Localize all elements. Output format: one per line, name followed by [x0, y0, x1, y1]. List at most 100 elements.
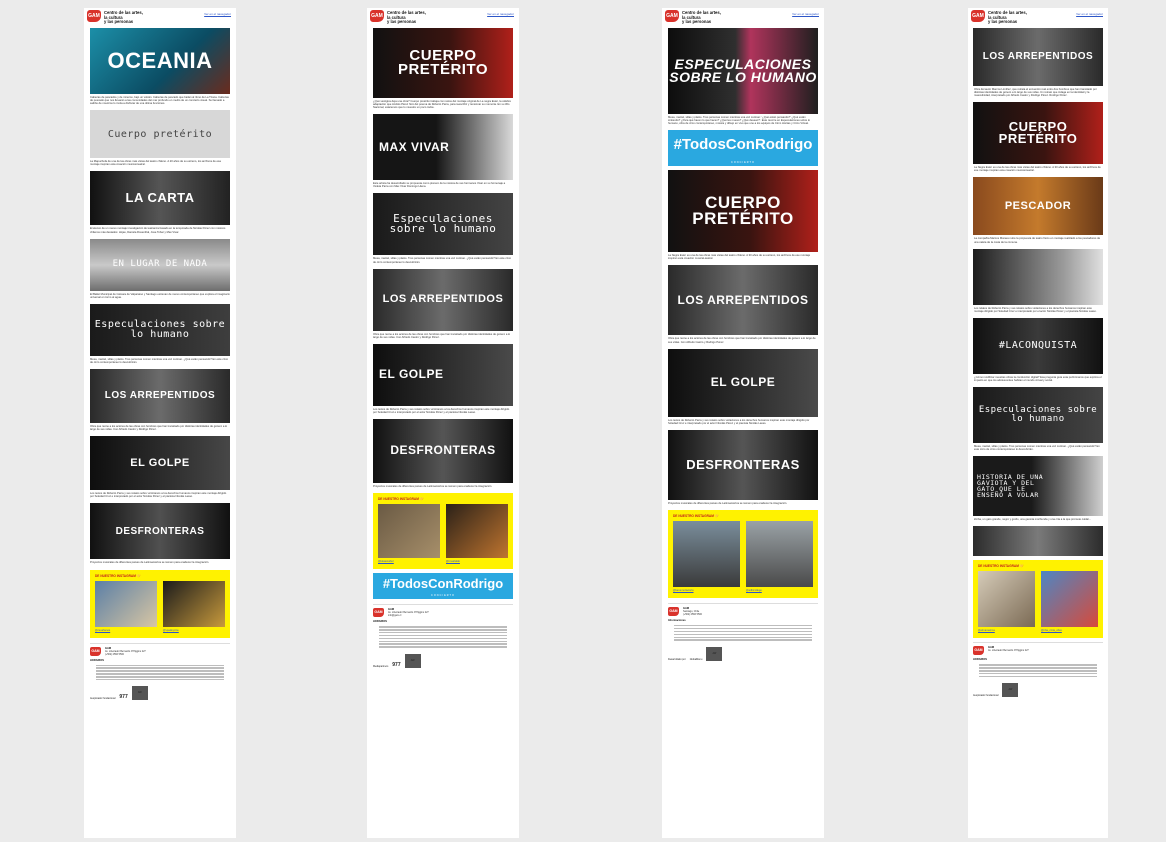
instagram-photo[interactable]: [978, 571, 1035, 628]
instagram-handle[interactable]: @adbicollege: [746, 589, 813, 592]
instagram-handle[interactable]: @elmanuelma: [978, 629, 1035, 632]
aw-logo[interactable]: AW: [706, 646, 723, 661]
event-caption: Este artista ha desarrollado su propuest…: [373, 182, 506, 189]
event-caption: Los textos de Roberto Parra y sus relato…: [668, 418, 810, 425]
hashtag-banner[interactable]: #TodosConRodrigo CONCIERTO: [668, 130, 818, 167]
instagram-photo[interactable]: [95, 580, 157, 627]
gam-footer-logo: GAM: [373, 608, 384, 618]
instagram-title: DE NUESTRO INSTAGRAM 💛: [673, 513, 719, 518]
instagram-handle[interactable]: @lamemoriacorta: [673, 589, 740, 592]
event-banner-el-golpe[interactable]: EL GOLPE: [668, 348, 818, 417]
instagram-photo[interactable]: [163, 580, 225, 627]
event-caption: Mesa, mantel, sillas y platos. Tres pers…: [668, 116, 810, 126]
instagram-photo[interactable]: [746, 520, 813, 587]
gam-logo: GAM: [971, 10, 985, 22]
org-name: Centro de las artes, la cultura y las pe…: [387, 10, 426, 25]
instagram-handle[interactable]: @mvarlaldo: [446, 560, 508, 563]
footer-phone[interactable]: (+562) 2566 5500: [683, 613, 702, 616]
event-caption: Mesa, mantel, sillas y platos. Tres pers…: [974, 445, 1100, 452]
footer-phone[interactable]: (+562) 2566 5500: [105, 653, 146, 656]
event-banner-strip[interactable]: [973, 526, 1103, 557]
event-banner-desfronteras[interactable]: DESFRONTERAS: [90, 503, 230, 560]
event-banner-cuerpo-preterito[interactable]: Cuerpo pretérito: [90, 110, 230, 159]
newsletter-column: GAM Centro de las artes, la cultura y la…: [662, 8, 824, 838]
view-in-browser-link[interactable]: Ver en el navegador: [204, 12, 231, 16]
view-in-browser-link[interactable]: Ver en el navegador: [1076, 12, 1103, 16]
instagram-photo[interactable]: [1041, 571, 1098, 628]
developed-label: Desarrollado por: [668, 657, 686, 661]
event-caption: Obra del autor Marcos Limiñez, que retra…: [974, 88, 1097, 98]
event-banner-especulaciones[interactable]: ESPECULACIONES SOBRE LO HUMANO: [668, 28, 818, 114]
hashtag-banner[interactable]: #TodosConRodrigo CONCIERTO: [373, 573, 513, 600]
instagram-photo[interactable]: [446, 504, 508, 559]
event-banner-max-vivar[interactable]: MAX VIVAR: [373, 114, 513, 181]
event-caption: Mesa, mantel, sillas y platos. Tres pers…: [90, 357, 229, 364]
event-banner-especulaciones[interactable]: Especulaciones sobre lo humano: [973, 387, 1103, 444]
event-banner-cuerpo-preterito[interactable]: CUERPO PRETÉRITO: [668, 170, 818, 253]
view-in-browser-link[interactable]: Ver en el navegador: [792, 12, 819, 16]
event-banner-especulaciones[interactable]: Especulaciones sobre lo humano: [90, 303, 230, 356]
footer-schedule-lines: [379, 626, 507, 648]
newsletter-footer: GAM GAM Av. Libertador Bernardo O'Higgins…: [973, 642, 1103, 698]
instagram-handle[interactable]: @nba_cinta_cdes: [1041, 629, 1098, 632]
sponsor-logos: Mediapartners 977 AW: [373, 653, 513, 668]
instagram-handle[interactable]: @vpadeycine: [163, 629, 225, 632]
instagram-section: DE NUESTRO INSTAGRAM 💛 @lukasnuñez @mvar…: [373, 493, 513, 570]
footer-schedule-title: HORARIOS: [973, 658, 987, 662]
event-banner-desfronteras[interactable]: DESFRONTERAS: [373, 419, 513, 484]
event-banner-los-arrepentidos[interactable]: LOS ARREPENTIDOS: [373, 268, 513, 331]
newsletter-header: GAM Centro de las artes, la cultura y la…: [84, 8, 236, 28]
aw-logo[interactable]: AW: [1002, 683, 1019, 698]
event-banner-especulaciones[interactable]: Especulaciones sobre lo humano: [373, 193, 513, 256]
instagram-photo[interactable]: [673, 520, 740, 587]
newsletter-column: GAM Centro de las artes, la cultura y la…: [968, 8, 1108, 838]
event-banner-el-golpe[interactable]: EL GOLPE: [90, 436, 230, 491]
newsletter-header: GAM Centro de las artes, la cultura y la…: [367, 8, 519, 28]
event-caption: El elenco de un nuevo montaje investigac…: [90, 227, 226, 234]
event-banner-la-conquista[interactable]: #LACONQUISTA: [973, 317, 1103, 374]
event-banner-pescador[interactable]: PESCADOR: [973, 177, 1103, 236]
event-caption: Los relatos de Roberto Parra y sus relat…: [974, 306, 1097, 313]
instagram-photo[interactable]: [378, 504, 440, 559]
aw-logo[interactable]: AW: [404, 653, 421, 668]
gam-footer-logo: GAM: [90, 646, 101, 656]
footer-email[interactable]: info@gam.cl: [388, 614, 429, 617]
footer-address[interactable]: Av. Libertador Bernardo O'Higgins 227: [988, 649, 1029, 652]
event-caption: Zorba, un gato grande, negro y gordo, un…: [974, 518, 1092, 522]
aw-logo[interactable]: AW: [131, 686, 148, 701]
instagram-section: DE NUESTRO INSTAGRAM 💛 @lamemoriacorta @…: [668, 509, 818, 598]
event-banner-photo[interactable]: [973, 248, 1103, 305]
view-in-browser-link[interactable]: Ver en el navegador: [487, 12, 514, 16]
event-banner-oceania[interactable]: OCEANIA: [90, 28, 230, 94]
newsletter-footer: GAM GAM Av. Libertador Bernardo O'Higgins…: [373, 604, 513, 668]
event-caption: ¿Qué vestigios deja una obra? Cuerpo pre…: [373, 100, 512, 110]
event-banner-el-golpe[interactable]: EL GOLPE: [373, 343, 513, 406]
instagram-title: DE NUESTRO INSTAGRAM 💛: [378, 497, 424, 502]
event-caption: Proyectos musicales de diferentes países…: [668, 501, 788, 505]
event-caption: Obra que reúne a los actores de las obra…: [668, 337, 816, 344]
event-banner-los-arrepentidos[interactable]: LOS ARREPENTIDOS: [668, 265, 818, 336]
event-banner-gaviota[interactable]: HISTORIA DE UNA GAVIOTA Y DEL GATO QUE L…: [973, 456, 1103, 517]
event-banner-en-lugar-de-nada[interactable]: EN LUGAR DE NADA: [90, 238, 230, 291]
footer-schedule-lines: [96, 664, 224, 681]
event-banner-cuerpo-preterito[interactable]: CUERPO PRETÉRITO: [973, 102, 1103, 165]
instagram-title: DE NUESTRO INSTAGRAM 💛: [95, 573, 141, 578]
gam-footer-logo: GAM: [973, 646, 984, 656]
event-caption: Proyectos musicales de diferentes países…: [373, 485, 493, 489]
event-banner-cuerpo-preterito[interactable]: CUERPO PRETÉRITO: [373, 28, 513, 98]
instagram-section: DE NUESTRO INSTAGRAM 💛 @elmanuelma @nba_…: [973, 560, 1103, 639]
partners-label: Mediapartners: [373, 664, 389, 668]
event-banner-la-carta[interactable]: LA CARTA: [90, 171, 230, 226]
footer-info-title: Informaciones: [668, 618, 686, 622]
instagram-handle[interactable]: @cevahanos: [95, 629, 157, 632]
newsletter-header: GAM Centro de las artes, la cultura y la…: [662, 8, 824, 28]
instagram-handle[interactable]: @lukasnuñez: [378, 560, 440, 563]
org-name: Centro de las artes, la cultura y las pe…: [104, 10, 143, 25]
sponsor-number: 977: [119, 694, 128, 701]
event-caption: ¿Cómo modificar nuestras obras la conduc…: [974, 375, 1102, 382]
event-banner-los-arrepentidos[interactable]: LOS ARREPENTIDOS: [90, 369, 230, 424]
event-banner-los-arrepentidos[interactable]: LOS ARREPENTIDOS: [973, 28, 1103, 86]
event-banner-desfronteras[interactable]: DESFRONTERAS: [668, 429, 818, 500]
studio-name: GlobalRenu: [689, 657, 703, 661]
event-caption: Los textos de Roberto Parra y sus relato…: [90, 492, 227, 499]
